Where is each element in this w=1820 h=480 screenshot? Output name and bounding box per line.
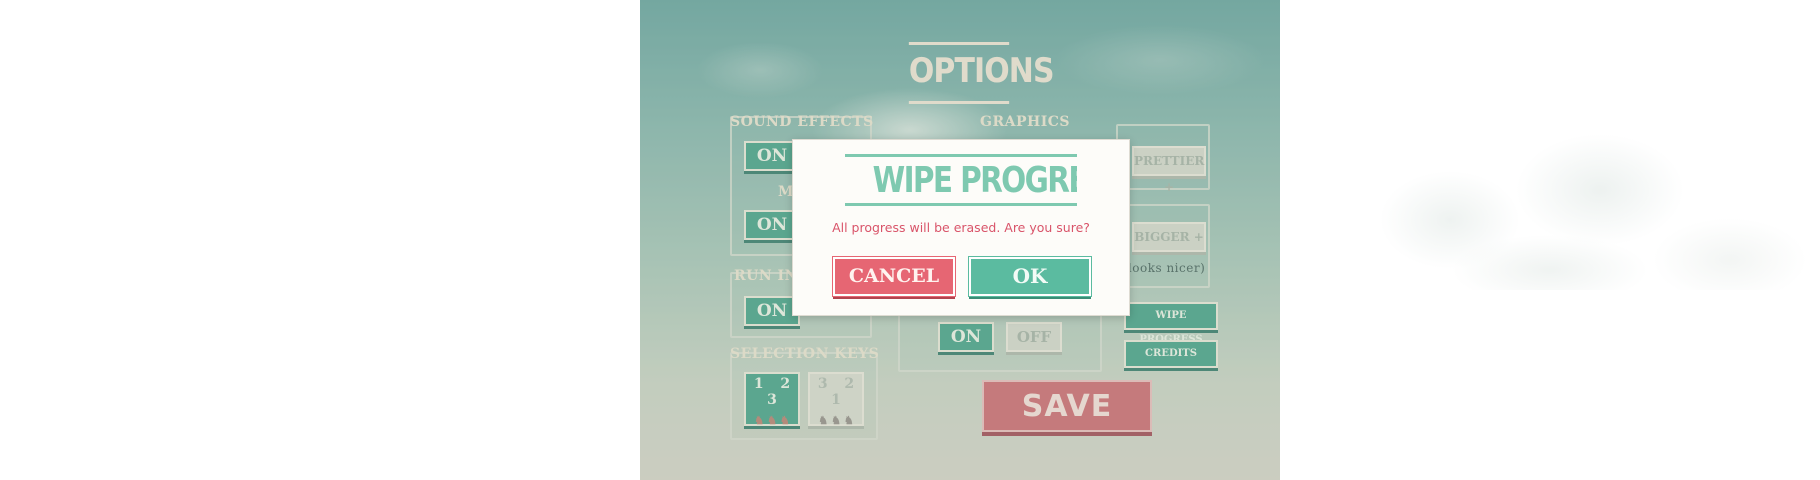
dialog-title-text: WIPE PROGRESS — [872, 160, 1077, 201]
cancel-button[interactable]: CANCEL — [832, 256, 956, 297]
dialog-message: All progress will be erased. Are you sur… — [832, 220, 1090, 235]
dialog-title: WIPE PROGRESS — [845, 154, 1077, 206]
game-viewport: OPTIONS SOUND EFFECTS ON M ON RUN IN ON … — [640, 0, 1280, 480]
background-cloud — [1290, 100, 1820, 290]
wipe-progress-dialog: WIPE PROGRESS All progress will be erase… — [792, 139, 1130, 316]
ok-button[interactable]: OK — [968, 256, 1092, 297]
